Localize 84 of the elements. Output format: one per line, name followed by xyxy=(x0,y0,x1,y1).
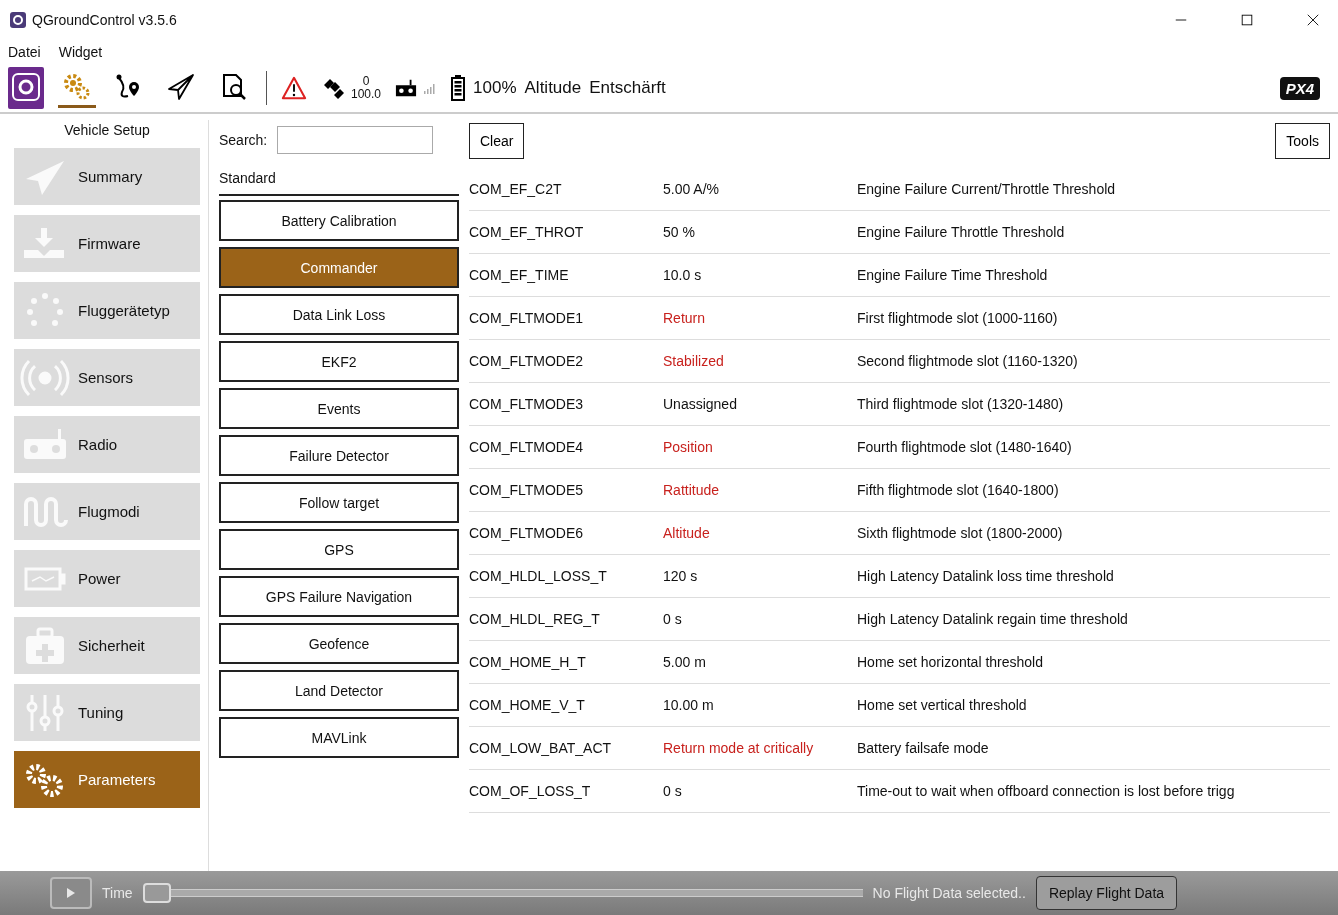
satellite-count: 0 xyxy=(362,75,370,88)
sidebar-item[interactable]: Fluggerätetyp xyxy=(14,282,200,339)
group-button[interactable]: Failure Detector xyxy=(219,435,459,476)
parameter-description: Home set vertical threshold xyxy=(857,697,1027,713)
sidebar-title: Vehicle Setup xyxy=(63,121,151,138)
time-label: Time xyxy=(102,885,133,901)
parameter-description: High Latency Datalink regain time threshold xyxy=(857,611,1128,627)
parameter-value[interactable]: 10.0 s xyxy=(663,267,857,283)
group-button[interactable]: Geofence xyxy=(219,623,459,664)
parameter-name[interactable]: COM_FLTMODE2 xyxy=(469,353,663,369)
parameter-name[interactable]: COM_EF_TIME xyxy=(469,267,663,283)
category-label: Standard xyxy=(219,170,277,186)
group-button[interactable]: Commander xyxy=(219,247,459,288)
clear-button[interactable]: Clear xyxy=(469,123,525,159)
parameter-description: Sixth flightmode slot (1800-2000) xyxy=(857,525,1063,541)
arm-status[interactable]: Entschärft xyxy=(589,78,666,98)
group-button[interactable]: EKF2 xyxy=(219,341,459,382)
sidebar-item[interactable]: Flugmodi xyxy=(14,483,200,540)
group-button[interactable]: GPS Failure Navigation xyxy=(219,576,459,617)
parameter-name[interactable]: COM_FLTMODE6 xyxy=(469,525,663,541)
parameter-name[interactable]: COM_HOME_H_T xyxy=(469,654,663,670)
group-button[interactable]: Battery Calibration xyxy=(219,200,459,241)
parameter-name[interactable]: COM_EF_C2T xyxy=(469,181,663,197)
parameter-name[interactable]: COM_HLDL_REG_T xyxy=(469,611,663,627)
flight-mode[interactable]: Altitude xyxy=(524,78,582,98)
parameter-value[interactable]: 5.00 A/% xyxy=(663,181,857,197)
parameter-name[interactable]: COM_OF_LOSS_T xyxy=(469,783,663,799)
parameter-description: First flightmode slot (1000-1160) xyxy=(857,310,1058,326)
sidebar-item[interactable]: Radio xyxy=(14,416,200,473)
parameter-name[interactable]: COM_HLDL_LOSS_T xyxy=(469,568,663,584)
group-button[interactable]: MAVLink xyxy=(219,717,459,758)
sidebar-item[interactable]: Power xyxy=(14,550,200,607)
sidebar-item[interactable]: Sensors xyxy=(14,349,200,406)
tools-button[interactable]: Tools xyxy=(1275,123,1330,159)
parameter-name[interactable]: COM_FLTMODE3 xyxy=(469,396,663,412)
parameter-value[interactable]: 50 % xyxy=(663,224,857,240)
parameter-name[interactable]: COM_FLTMODE5 xyxy=(469,482,663,498)
parameter-description: Third flightmode slot (1320-1480) xyxy=(857,396,1064,412)
parameter-value[interactable]: 0 s xyxy=(663,783,857,799)
parameter-value[interactable]: Unassigned xyxy=(663,396,857,412)
parameter-value[interactable]: 10.00 m xyxy=(663,697,857,713)
parameter-value[interactable]: 120 s xyxy=(663,568,857,584)
parameter-name[interactable]: COM_FLTMODE1 xyxy=(469,310,663,326)
parameter-value[interactable]: Altitude xyxy=(663,525,857,541)
parameter-description: Battery failsafe mode xyxy=(857,740,989,756)
parameter-name[interactable]: COM_LOW_BAT_ACT xyxy=(469,740,663,756)
parameter-description: Time-out to wait when offboard connection is lost before trigg xyxy=(857,783,1235,799)
parameter-value[interactable]: Return xyxy=(663,310,857,326)
menu-item[interactable]: Widget xyxy=(58,44,103,60)
replay-status: No Flight Data selected.. xyxy=(872,885,1026,901)
parameter-name[interactable]: COM_HOME_V_T xyxy=(469,697,663,713)
brand-logo: PX4 xyxy=(1279,76,1320,100)
search-label: Search: xyxy=(219,132,268,148)
group-button[interactable]: Follow target xyxy=(219,482,459,523)
replay-button[interactable]: Replay Flight Data xyxy=(1035,876,1178,910)
parameter-value[interactable]: Stabilized xyxy=(663,353,857,369)
sidebar-item[interactable]: Sicherheit xyxy=(14,617,200,674)
parameter-value[interactable]: Position xyxy=(663,439,857,455)
hdop-value: 100.0 xyxy=(351,88,382,101)
parameter-value[interactable]: Return mode at critically xyxy=(663,740,857,756)
sidebar-item[interactable]: Firmware xyxy=(14,215,200,272)
sidebar-item[interactable]: Summary xyxy=(14,148,200,205)
parameter-name[interactable]: COM_FLTMODE4 xyxy=(469,439,663,455)
battery-percent: 100% xyxy=(473,78,517,98)
parameter-description: High Latency Datalink loss time threshold xyxy=(857,568,1114,584)
parameter-description: Engine Failure Current/Throttle Threshold xyxy=(857,181,1116,197)
parameter-description: Engine Failure Time Threshold xyxy=(857,267,1048,283)
sidebar-item[interactable]: Parameters xyxy=(14,751,200,808)
window-title: QGroundControl v3.5.6 xyxy=(32,12,177,28)
menu-item[interactable]: Datei xyxy=(8,44,41,60)
group-button[interactable]: Events xyxy=(219,388,459,429)
group-button[interactable]: Land Detector xyxy=(219,670,459,711)
parameter-name[interactable]: COM_EF_THROT xyxy=(469,224,663,240)
parameter-value[interactable]: Rattitude xyxy=(663,482,857,498)
parameter-description: Fifth flightmode slot (1640-1800) xyxy=(857,482,1059,498)
group-button[interactable]: GPS xyxy=(219,529,459,570)
sidebar-item[interactable]: Tuning xyxy=(14,684,200,741)
parameter-description: Second flightmode slot (1160-1320) xyxy=(857,353,1078,369)
parameter-description: Engine Failure Throttle Threshold xyxy=(857,224,1065,240)
group-button[interactable]: Data Link Loss xyxy=(219,294,459,335)
parameter-value[interactable]: 5.00 m xyxy=(663,654,857,670)
parameter-description: Fourth flightmode slot (1480-1640) xyxy=(857,439,1072,455)
parameter-description: Home set horizontal threshold xyxy=(857,654,1043,670)
parameter-value[interactable]: 0 s xyxy=(663,611,857,627)
